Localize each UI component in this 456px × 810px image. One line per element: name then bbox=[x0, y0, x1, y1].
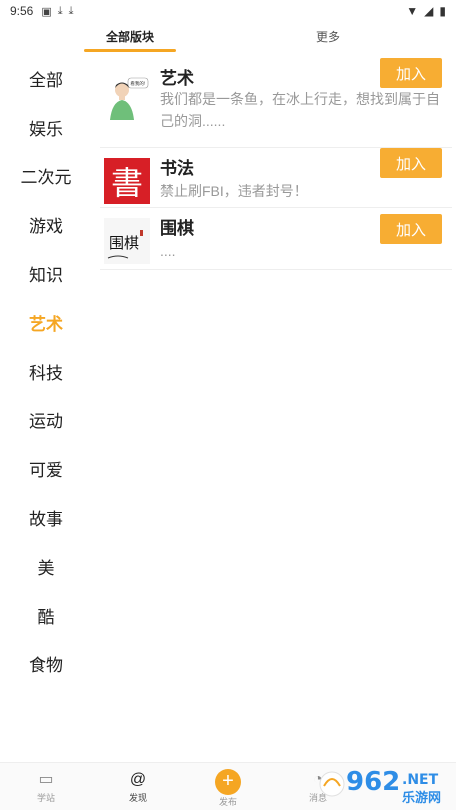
nav-discover[interactable]: @ 发现 bbox=[108, 769, 168, 804]
watermark-suffix: .NET bbox=[402, 772, 439, 788]
plus-icon: + bbox=[215, 769, 241, 795]
image-notification-icon: ▣ bbox=[41, 5, 52, 18]
watermark-brand: 962 bbox=[346, 767, 400, 797]
nav-label: 发布 bbox=[218, 797, 237, 807]
tab-more[interactable]: 更多 bbox=[316, 28, 340, 45]
category-food[interactable]: 食物 bbox=[0, 640, 92, 689]
board-title: 书法 bbox=[160, 159, 194, 178]
category-knowledge[interactable]: 知识 bbox=[0, 249, 92, 298]
category-acg[interactable]: 二次元 bbox=[0, 152, 92, 201]
nav-publish[interactable]: + 发布 bbox=[198, 769, 258, 808]
board-item-go[interactable]: 围棋 围棋 .... 加入 bbox=[100, 208, 452, 270]
category-all[interactable]: 全部 bbox=[0, 54, 92, 103]
category-stories[interactable]: 故事 bbox=[0, 493, 92, 542]
tab-all-boards[interactable]: 全部版块 bbox=[106, 28, 154, 45]
thumb-brush-text: 围棋 bbox=[109, 234, 139, 252]
download-icon: ⤓ bbox=[57, 4, 63, 17]
battery-icon: ▮ bbox=[439, 4, 446, 18]
category-sidebar: 全部 娱乐 二次元 游戏 知识 艺术 科技 运动 可爱 故事 美 酷 食物 bbox=[0, 54, 92, 688]
art-board-thumbnail: 看我的! bbox=[104, 74, 150, 120]
join-button[interactable]: 加入 bbox=[380, 148, 442, 178]
category-games[interactable]: 游戏 bbox=[0, 200, 92, 249]
clock: 9:56 bbox=[10, 4, 34, 18]
category-art[interactable]: 艺术 bbox=[0, 298, 92, 347]
join-button[interactable]: 加入 bbox=[380, 58, 442, 88]
go-board-thumbnail: 围棋 bbox=[104, 218, 150, 264]
nav-learn[interactable]: ▭ 学站 bbox=[16, 769, 76, 804]
nav-label: 发现 bbox=[128, 793, 147, 803]
signal-icon: ◢ bbox=[424, 4, 434, 18]
join-button[interactable]: 加入 bbox=[380, 214, 442, 244]
board-description: 禁止刷FBI，违者封号！ bbox=[160, 183, 308, 199]
category-sports[interactable]: 运动 bbox=[0, 396, 92, 445]
category-beauty[interactable]: 美 bbox=[0, 542, 92, 591]
at-icon: @ bbox=[129, 771, 147, 788]
category-entertainment[interactable]: 娱乐 bbox=[0, 103, 92, 152]
calligraphy-board-thumbnail: 書 bbox=[104, 158, 150, 204]
square-icon: ▭ bbox=[38, 771, 54, 788]
thumb-speech-text: 看我的! bbox=[130, 80, 145, 87]
board-description: 我们都是一条鱼，在冰上行走，想找到属于自己的洞...... bbox=[160, 91, 440, 129]
board-title: 围棋 bbox=[160, 219, 194, 238]
watermark-caption: 乐游网 bbox=[402, 790, 441, 806]
board-tabs: 全部版块 更多 bbox=[0, 22, 456, 54]
category-tech[interactable]: 科技 bbox=[0, 347, 92, 396]
wifi-icon: ▼ bbox=[406, 4, 419, 18]
board-title: 艺术 bbox=[160, 69, 194, 88]
active-tab-indicator bbox=[84, 49, 176, 52]
download-icon: ⤓ bbox=[68, 4, 74, 17]
category-cute[interactable]: 可爱 bbox=[0, 444, 92, 493]
site-watermark-logo: 962 .NET 乐游网 bbox=[319, 767, 441, 806]
board-item-art[interactable]: 看我的! 艺术 我们都是一条鱼，在冰上行走，想找到属于自己的洞...... 加入 bbox=[100, 54, 452, 148]
nav-label: 学站 bbox=[36, 793, 55, 803]
status-bar: 9:56 ▣ ⤓ ⤓ ▼ ◢ ▮ bbox=[0, 0, 456, 22]
board-item-calligraphy[interactable]: 書 书法 禁止刷FBI，违者封号！ 加入 bbox=[100, 148, 452, 208]
category-cool[interactable]: 酷 bbox=[0, 591, 92, 640]
thumb-seal-char: 書 bbox=[111, 164, 143, 202]
board-list: 看我的! 艺术 我们都是一条鱼，在冰上行走，想找到属于自己的洞...... 加入… bbox=[100, 54, 452, 270]
